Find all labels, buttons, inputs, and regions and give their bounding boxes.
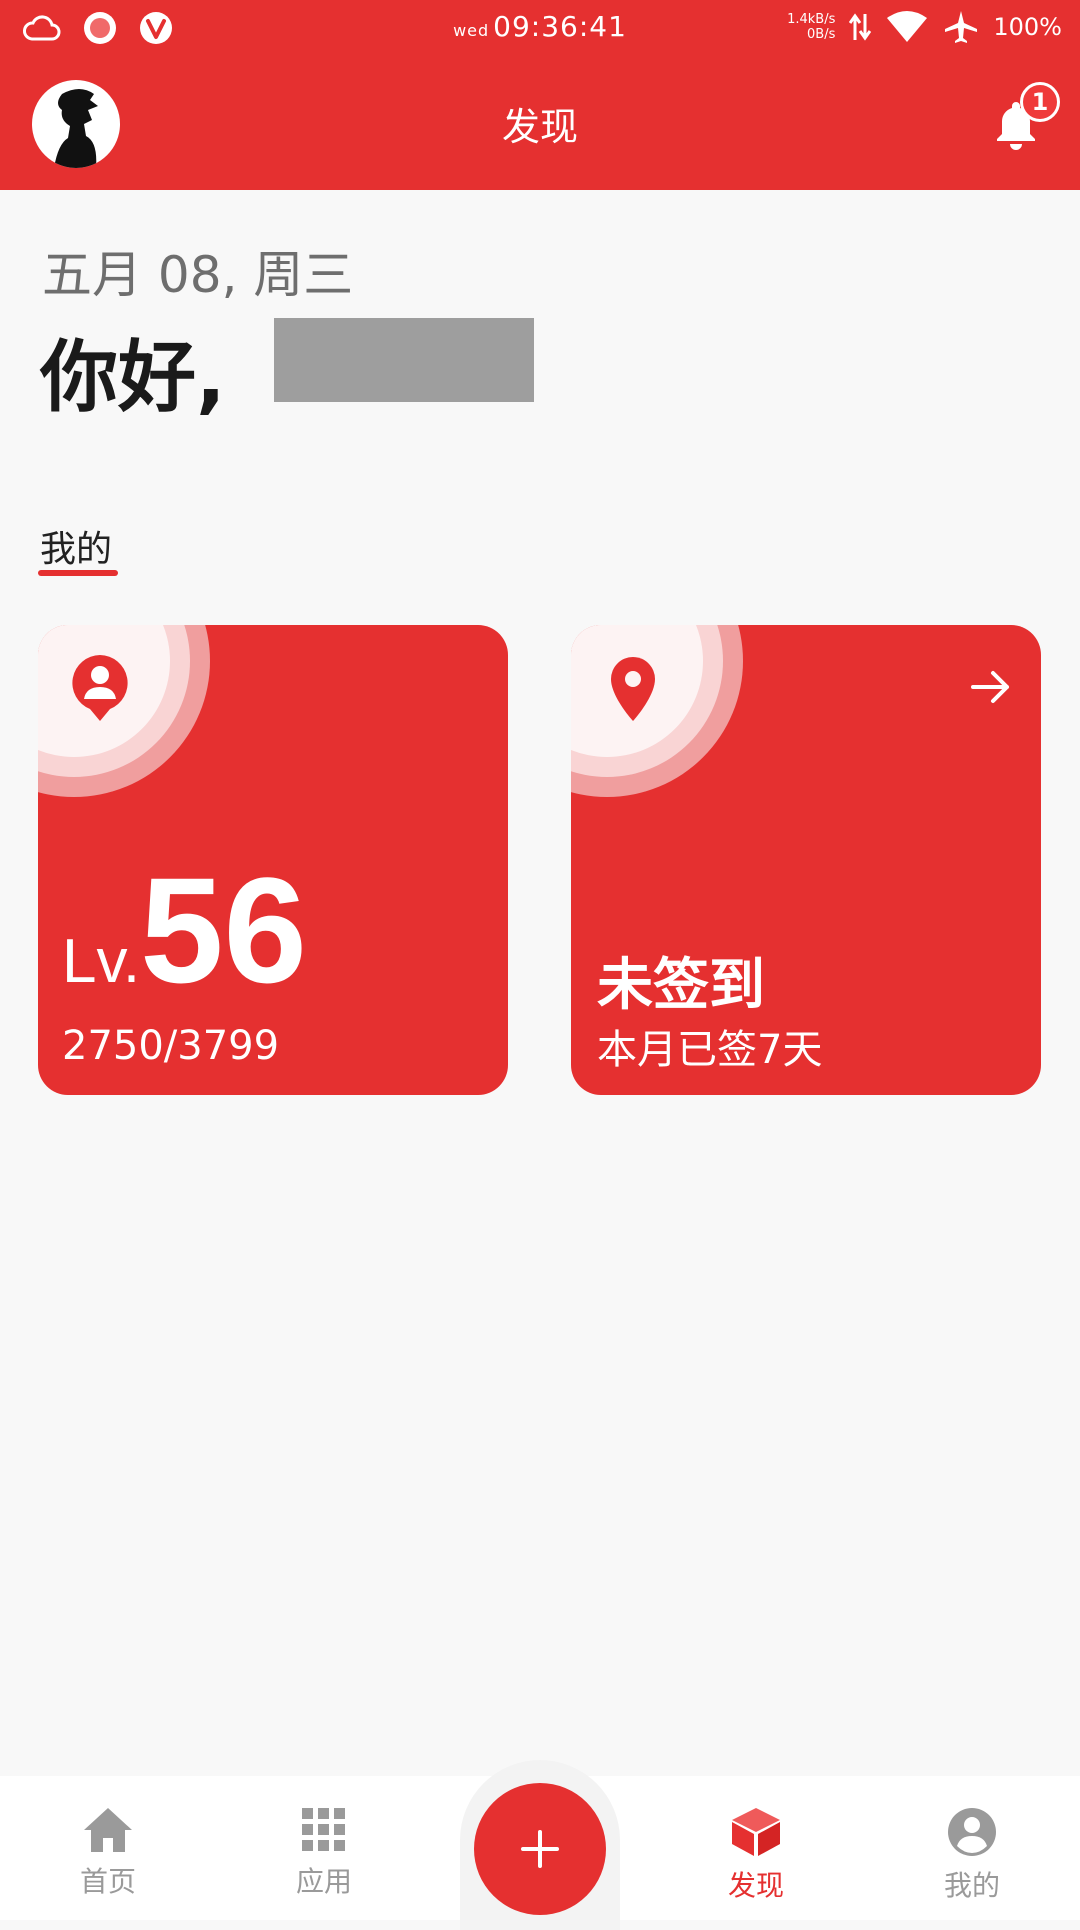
- page-title: 发现: [501, 105, 578, 149]
- home-icon: [84, 1808, 132, 1852]
- nav-item-discover[interactable]: 发现: [696, 1806, 816, 1904]
- cube-icon: [732, 1808, 780, 1856]
- net-down-value: 0B/s: [807, 27, 836, 42]
- checkin-status: 未签到: [597, 953, 765, 1018]
- notification-badge: 1: [1020, 82, 1060, 122]
- username-redacted: [274, 318, 534, 402]
- greeting-text: 你好,: [40, 333, 226, 423]
- current-date: 五月 08, 周三: [42, 246, 354, 304]
- nav-label-apps: 应用: [295, 1865, 352, 1898]
- arrow-right-icon[interactable]: [969, 665, 1013, 709]
- plus-icon: [521, 1830, 559, 1868]
- section-tab-indicator: [38, 570, 118, 576]
- nav-item-mine[interactable]: 我的: [912, 1806, 1032, 1904]
- nav-item-apps[interactable]: 应用: [264, 1806, 384, 1900]
- add-button[interactable]: [474, 1783, 606, 1915]
- user-pin-icon: [72, 655, 128, 721]
- nav-label-discover: 发现: [727, 1869, 784, 1902]
- wifi-icon: [887, 11, 928, 42]
- nav-label-mine: 我的: [943, 1869, 1000, 1902]
- level-value: 56: [140, 846, 307, 1014]
- section-tab-mine[interactable]: 我的: [40, 520, 112, 572]
- status-right-icons: 1.4kB/s 0B/s 100%: [787, 9, 1062, 45]
- status-day: wed: [453, 21, 490, 40]
- nav-item-home[interactable]: 首页: [48, 1806, 168, 1900]
- level-display: Lv. 56: [62, 855, 307, 1005]
- status-bar: wed 09:36:41 1.4kB/s 0B/s 100%: [0, 0, 1080, 56]
- level-card[interactable]: Lv. 56 2750/3799: [38, 625, 508, 1095]
- location-pin-icon: [611, 657, 655, 721]
- checkin-card[interactable]: 未签到 本月已签7天: [571, 625, 1041, 1095]
- nav-label-home: 首页: [79, 1865, 136, 1898]
- net-up-value: 1.4kB/s: [787, 12, 836, 27]
- checkin-summary: 本月已签7天: [597, 1027, 823, 1073]
- top-bar: wed 09:36:41 1.4kB/s 0B/s 100% 发现 1: [0, 0, 1080, 190]
- experience-progress: 2750/3799: [62, 1023, 280, 1069]
- data-transfer-icon: [849, 13, 872, 41]
- airplane-icon: [945, 11, 978, 43]
- network-speed: 1.4kB/s 0B/s: [787, 12, 835, 42]
- status-clock: 09:36:41: [493, 10, 627, 43]
- battery-text: 100%: [993, 13, 1062, 41]
- level-prefix: Lv.: [62, 927, 141, 996]
- profile-icon: [948, 1808, 996, 1856]
- apps-grid-icon: [302, 1808, 345, 1851]
